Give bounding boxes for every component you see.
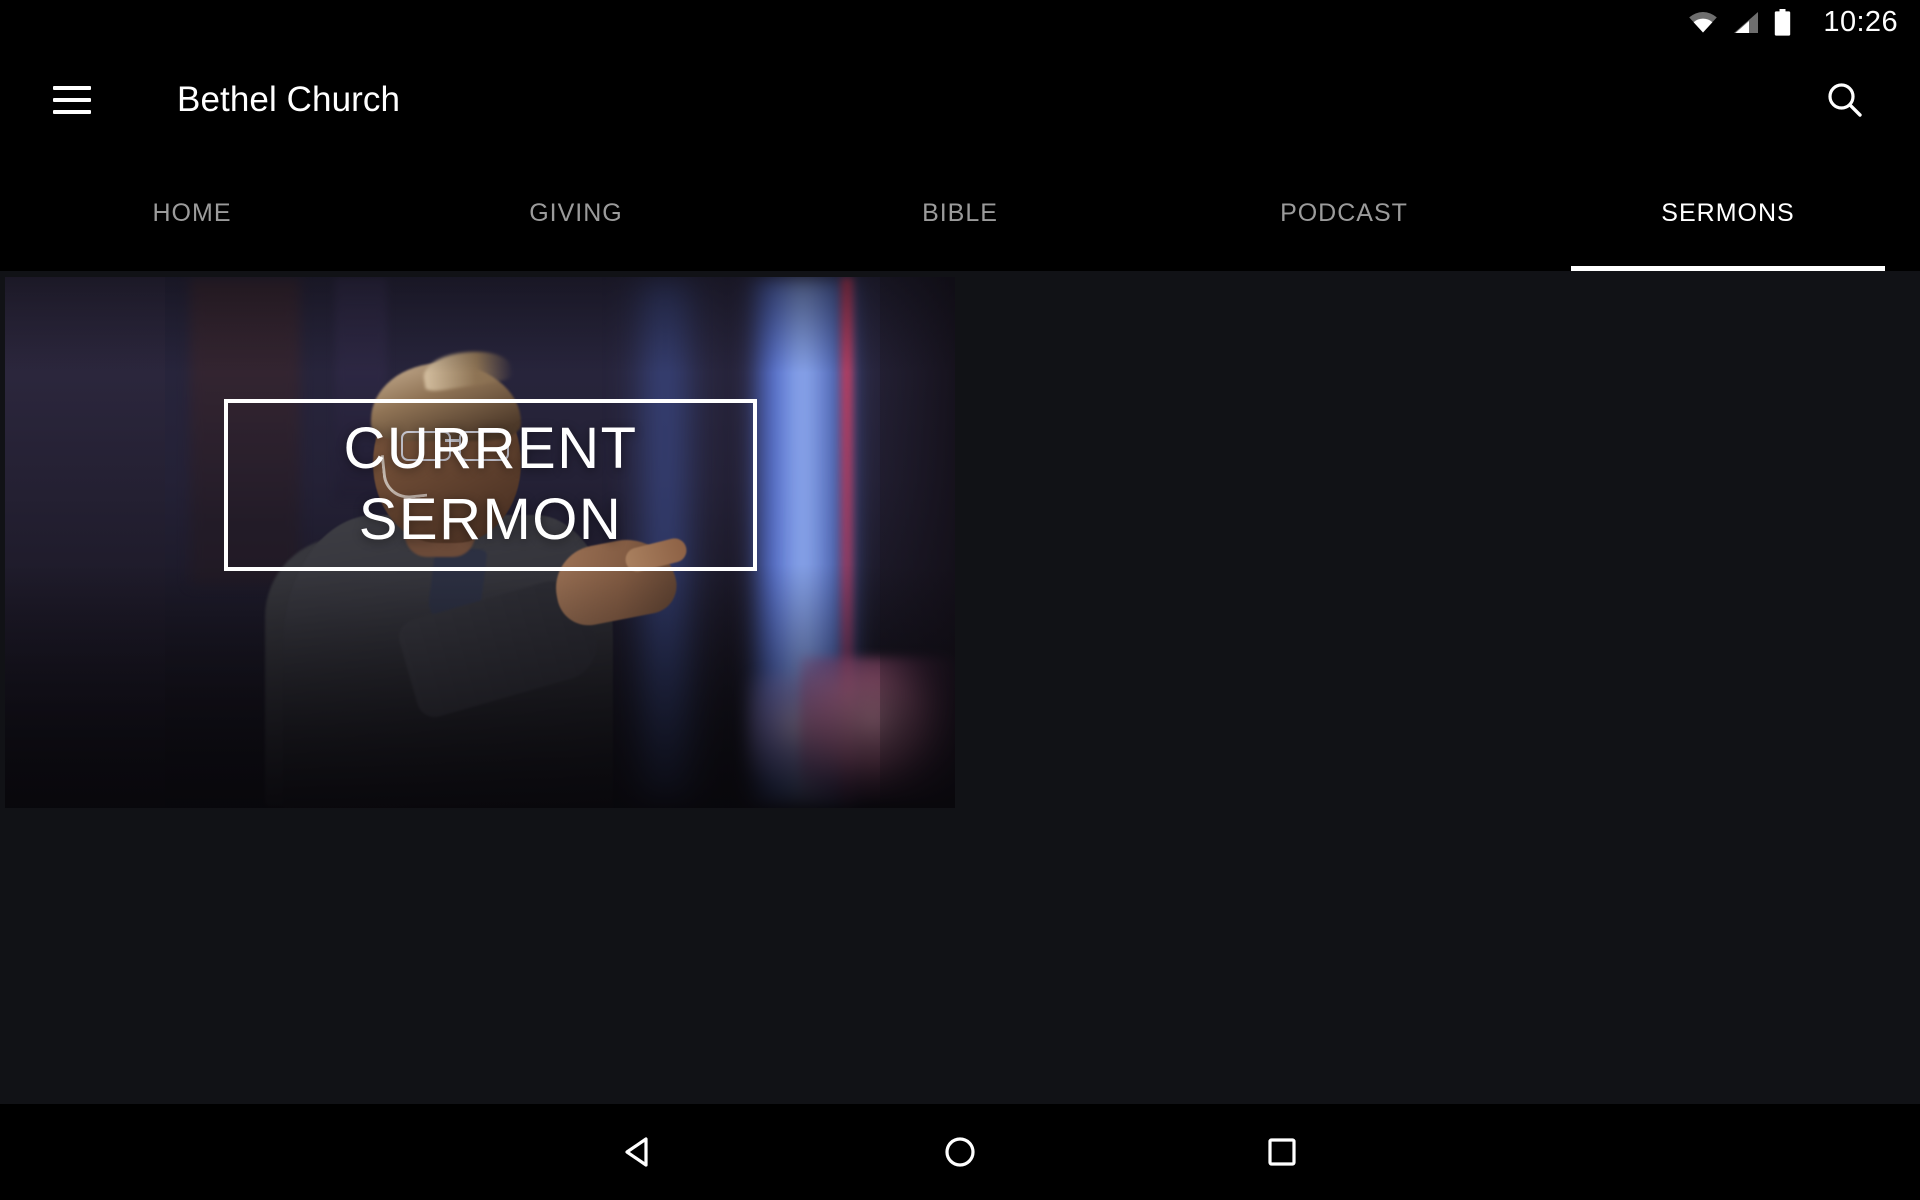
tab-sermons-label: SERMONS xyxy=(1661,198,1795,227)
hamburger-menu-icon[interactable] xyxy=(53,86,91,114)
battery-icon xyxy=(1775,9,1791,36)
sermons-content-area: CURRENT SERMON xyxy=(0,271,1920,1104)
tab-podcast-label: PODCAST xyxy=(1280,198,1408,227)
tab-home[interactable]: HOME xyxy=(0,155,384,271)
tab-home-label: HOME xyxy=(152,198,232,227)
app-bar: Bethel Church xyxy=(0,45,1920,155)
tab-bible-label: BIBLE xyxy=(922,198,998,227)
status-bar-clock: 10:26 xyxy=(1823,6,1898,38)
tab-bar: HOME GIVING BIBLE PODCAST SERMONS xyxy=(0,155,1920,271)
status-bar: 10:26 xyxy=(0,0,1920,45)
tab-giving[interactable]: GIVING xyxy=(384,155,768,271)
tab-bible[interactable]: BIBLE xyxy=(768,155,1152,271)
cellular-signal-icon xyxy=(1734,11,1759,33)
android-screen: 10:26 Bethel Church HOME GIVING BIBLE PO… xyxy=(0,0,1920,1200)
app-title: Bethel Church xyxy=(177,80,401,119)
sermon-overlay-line-1: CURRENT xyxy=(343,416,638,482)
current-sermon-card[interactable]: CURRENT SERMON xyxy=(5,277,955,808)
tab-giving-label: GIVING xyxy=(529,198,623,227)
home-circle-icon xyxy=(945,1137,975,1167)
back-triangle-icon xyxy=(625,1137,648,1167)
sermon-overlay-line-2: SERMON xyxy=(358,487,623,552)
home-button[interactable] xyxy=(917,1109,1003,1195)
back-button[interactable] xyxy=(597,1109,683,1195)
wifi-icon xyxy=(1689,11,1718,32)
recents-square-icon xyxy=(1268,1138,1296,1166)
search-icon[interactable] xyxy=(1814,69,1876,131)
android-navigation-bar xyxy=(0,1104,1920,1200)
sermon-title-overlay: CURRENT SERMON xyxy=(224,399,757,571)
recents-button[interactable] xyxy=(1239,1109,1325,1195)
tab-podcast[interactable]: PODCAST xyxy=(1152,155,1536,271)
status-bar-icons: 10:26 xyxy=(1688,8,1898,37)
tab-sermons[interactable]: SERMONS xyxy=(1536,155,1920,271)
